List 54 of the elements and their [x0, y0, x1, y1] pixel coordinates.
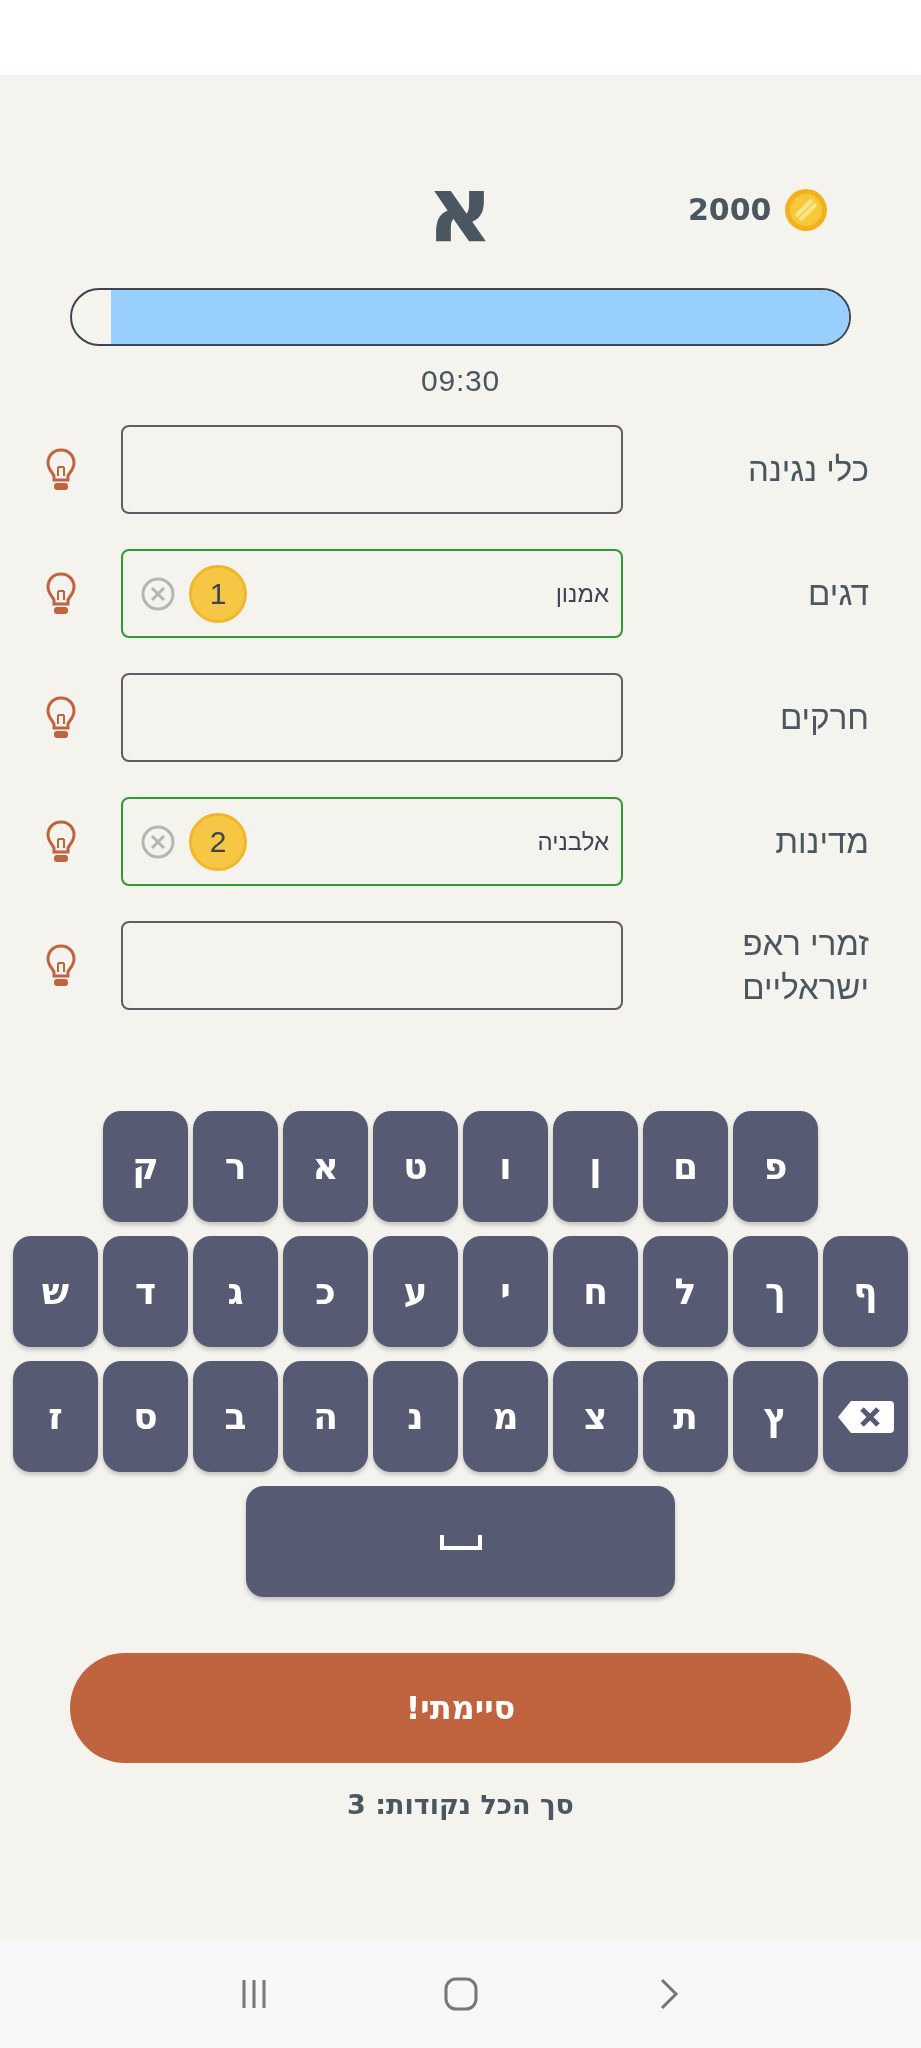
hint-bulb-icon[interactable]	[45, 694, 77, 741]
answer-text: אלבניה	[537, 826, 609, 857]
letter-key[interactable]: ץ	[733, 1361, 818, 1472]
letter-key[interactable]: ס	[103, 1361, 188, 1472]
timer-text: 09:30	[421, 363, 500, 399]
hint-bulb-icon[interactable]	[45, 446, 77, 493]
letter-key[interactable]: ח	[553, 1236, 638, 1347]
letter-key[interactable]: ע	[373, 1236, 458, 1347]
letter-key[interactable]: נ	[373, 1361, 458, 1472]
coin-badge: 2	[189, 812, 247, 871]
hint-bulb-icon[interactable]	[45, 818, 77, 865]
letter-key[interactable]: ר	[193, 1111, 278, 1222]
hint-bulb-icon[interactable]	[45, 570, 77, 617]
hint-bulb-icon[interactable]	[45, 942, 77, 989]
category-label: דגים	[807, 573, 870, 614]
letter-key[interactable]: ה	[283, 1361, 368, 1472]
letter-key[interactable]: ב	[193, 1361, 278, 1472]
letter-key[interactable]: צ	[553, 1361, 638, 1472]
space-icon	[439, 1532, 482, 1551]
answer-text: אמנון	[555, 578, 609, 609]
done-button[interactable]: סיימתי!	[70, 1653, 851, 1763]
letter-key[interactable]: ף	[823, 1236, 908, 1347]
letter-key[interactable]: כ	[283, 1236, 368, 1347]
total-score: סך הכל נקודות: 3	[347, 1788, 574, 1822]
letter-key[interactable]: ת	[643, 1361, 728, 1472]
letter-key[interactable]: י	[463, 1236, 548, 1347]
letter-key[interactable]: ש	[13, 1236, 98, 1347]
letter-key[interactable]: פ	[733, 1111, 818, 1222]
letter-key[interactable]: ק	[103, 1111, 188, 1222]
backspace-icon	[836, 1399, 895, 1434]
backspace-key[interactable]	[823, 1361, 908, 1472]
letter-key[interactable]: ו	[463, 1111, 548, 1222]
coin-badge: 1	[189, 564, 247, 623]
category-label: כלי נגינה	[747, 449, 870, 490]
category-label: מדינות	[774, 821, 870, 862]
answer-field[interactable]	[121, 921, 623, 1010]
letter-key[interactable]: א	[283, 1111, 368, 1222]
letter-key[interactable]: ג	[193, 1236, 278, 1347]
category-label: זמרי ראפ ישראליים	[741, 923, 870, 1008]
letter-key[interactable]: מ	[463, 1361, 548, 1472]
home-icon[interactable]	[442, 1976, 479, 2012]
letter-key[interactable]: ן	[553, 1111, 638, 1222]
answer-field[interactable]	[121, 673, 623, 762]
letter-key[interactable]: ם	[643, 1111, 728, 1222]
coin-count: 2000	[688, 191, 772, 229]
coin-icon	[783, 187, 828, 232]
letter-key[interactable]: ל	[643, 1236, 728, 1347]
category-label: חרקים	[778, 697, 870, 738]
category-letter: א	[425, 155, 495, 265]
answer-field[interactable]	[121, 425, 623, 514]
letter-key[interactable]: ט	[373, 1111, 458, 1222]
letter-key[interactable]: ך	[733, 1236, 818, 1347]
letter-key[interactable]: ז	[13, 1361, 98, 1472]
letter-key[interactable]: ד	[103, 1236, 188, 1347]
